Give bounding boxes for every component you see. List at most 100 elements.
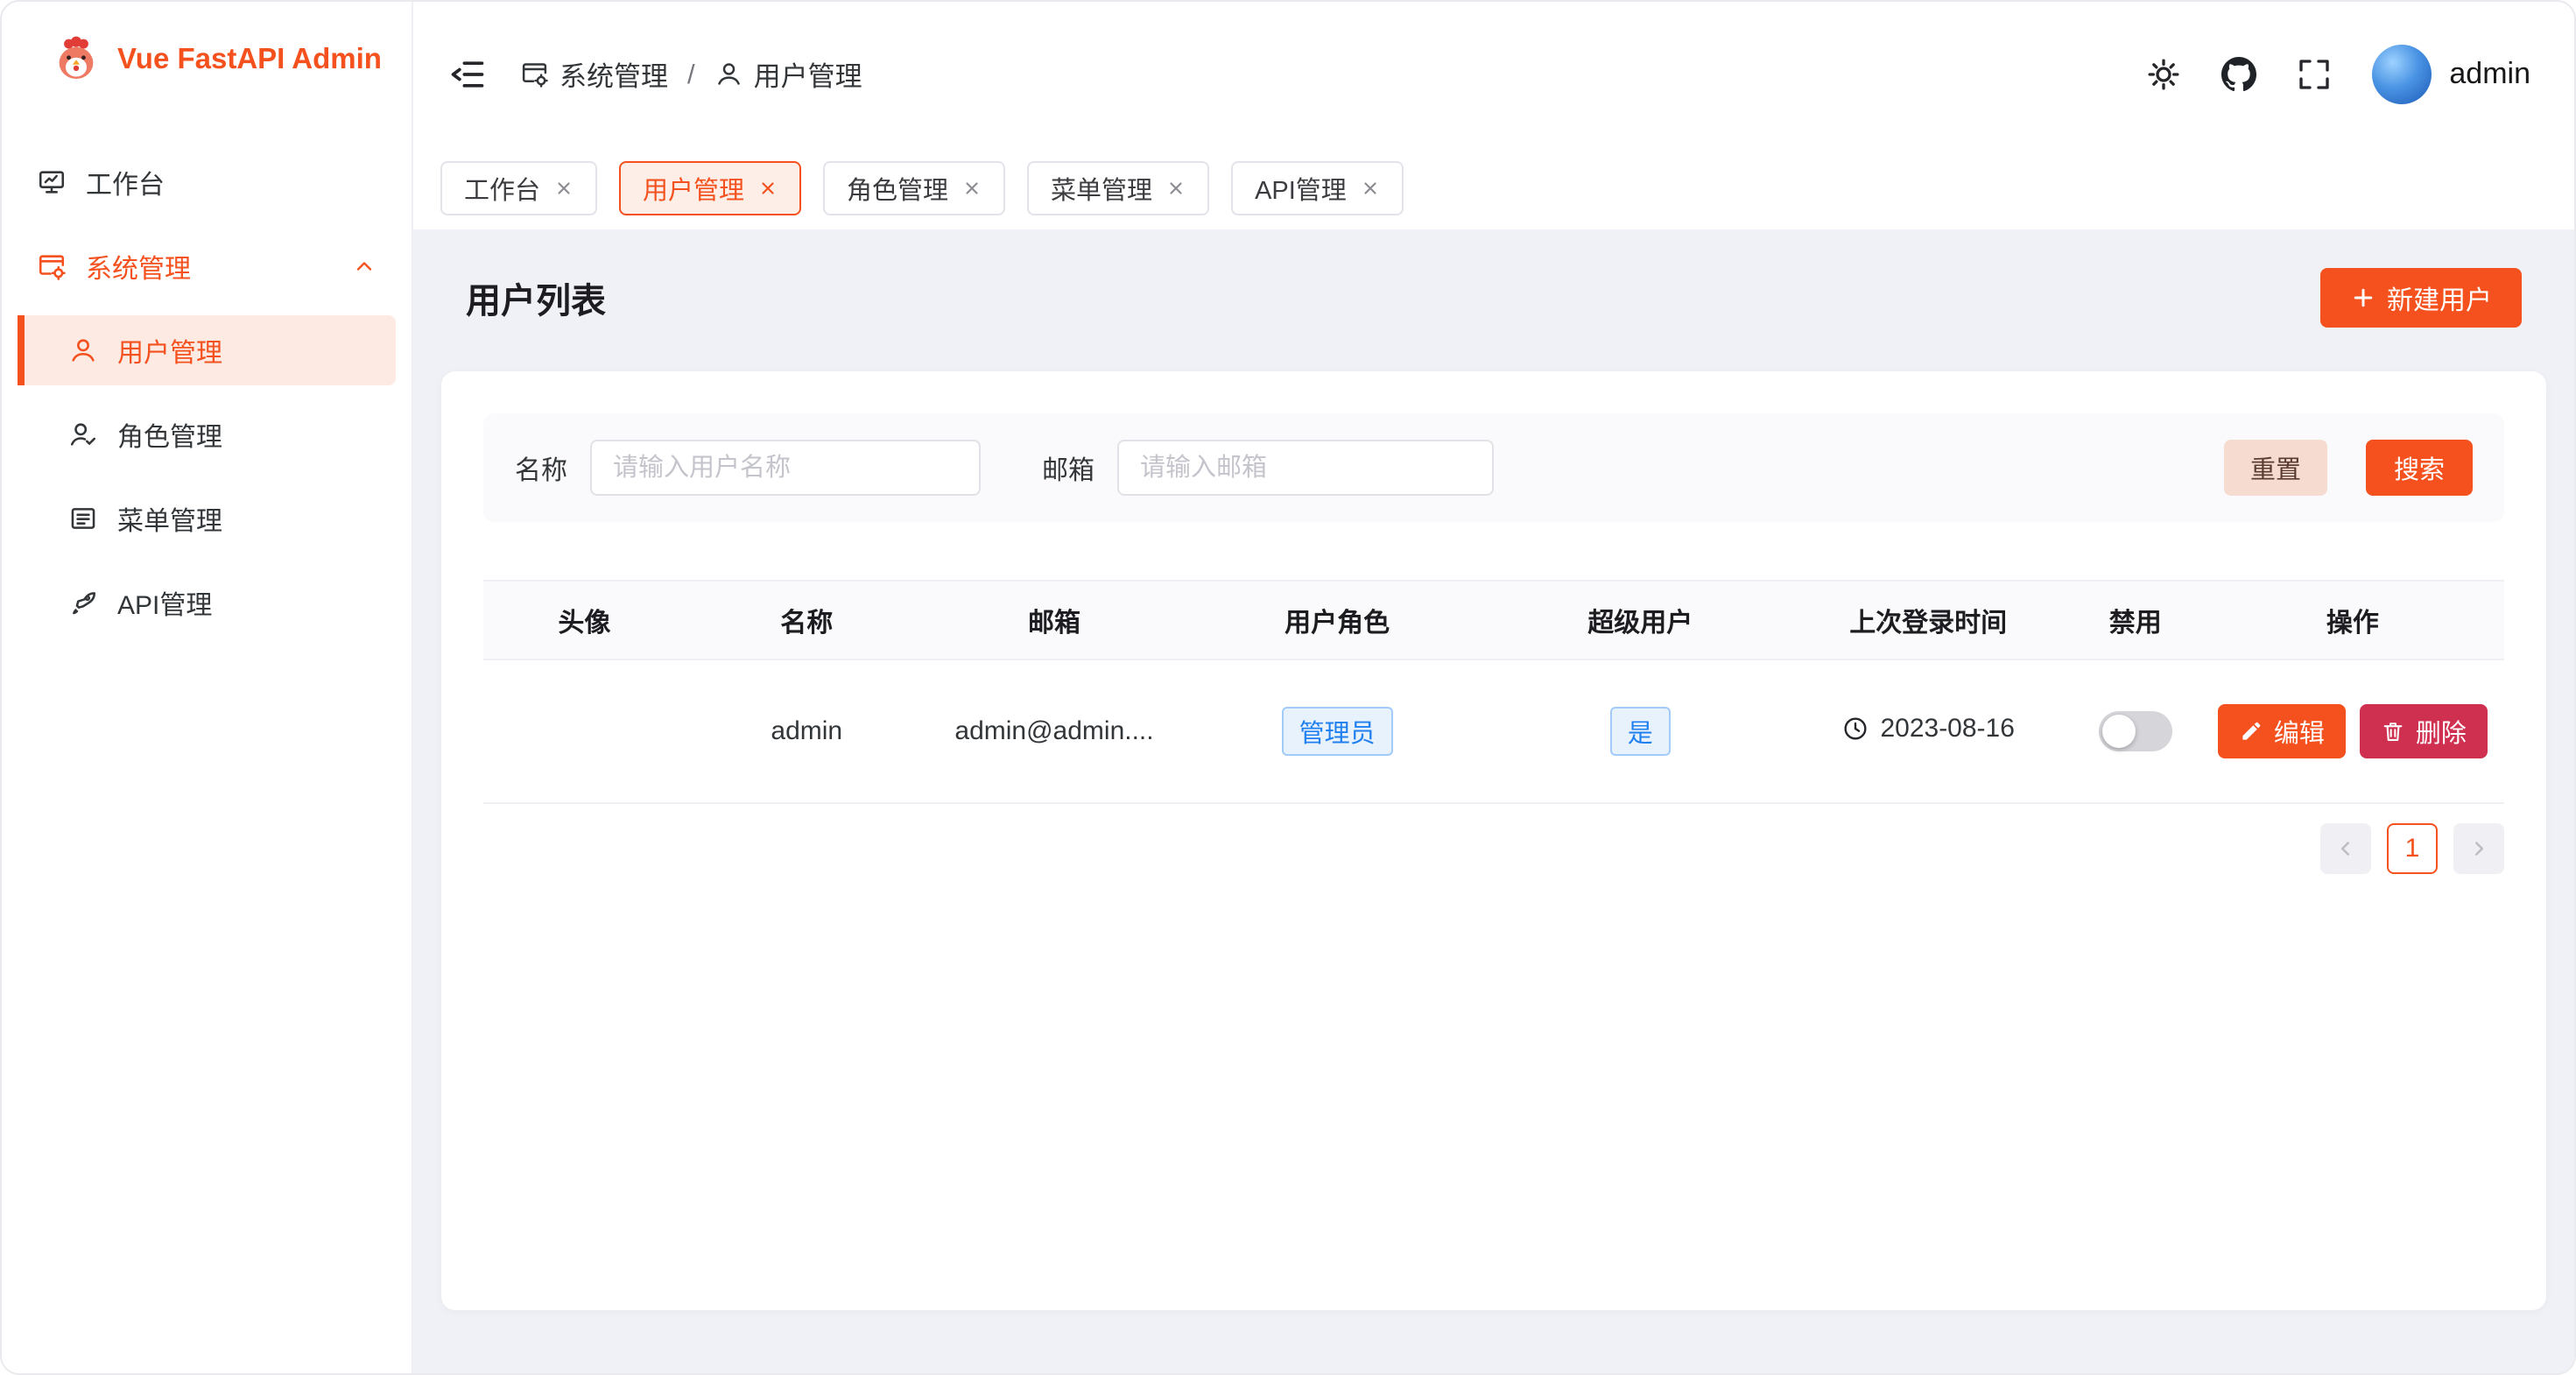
- app-title: Vue FastAPI Admin: [117, 42, 382, 75]
- clock-icon: [1841, 715, 1869, 743]
- menu-list-icon: [68, 504, 98, 533]
- tab-menu-management[interactable]: 菜单管理: [1027, 161, 1209, 215]
- tab-label: 用户管理: [643, 170, 744, 207]
- edit-button-label: 编辑: [2274, 713, 2325, 750]
- page-content: 用户列表 新建用户 名称 邮箱 重置 搜索: [413, 229, 2574, 1373]
- close-icon[interactable]: [554, 179, 574, 198]
- column-header-last-login: 上次登录时间: [1787, 581, 2070, 659]
- theme-toggle-button[interactable]: [2146, 57, 2181, 92]
- system-settings-icon: [520, 60, 549, 88]
- name-filter-input[interactable]: [590, 440, 981, 496]
- tab-label: API管理: [1255, 170, 1347, 207]
- disable-toggle[interactable]: [2099, 711, 2172, 751]
- github-link[interactable]: [2221, 57, 2256, 92]
- sidebar-item-menu-management[interactable]: 菜单管理: [18, 483, 396, 554]
- column-header-email: 邮箱: [928, 581, 1181, 659]
- column-header-disabled: 禁用: [2070, 581, 2201, 659]
- page-number-button[interactable]: 1: [2387, 823, 2438, 874]
- new-user-button-label: 新建用户: [2387, 279, 2492, 317]
- new-user-button[interactable]: 新建用户: [2320, 268, 2522, 328]
- content-header: 用户列表 新建用户: [441, 256, 2546, 340]
- email-filter-input[interactable]: [1117, 440, 1494, 496]
- users-table: 头像 名称 邮箱 用户角色 超级用户 上次登录时间 禁用 操作: [483, 580, 2504, 804]
- close-icon[interactable]: [1361, 179, 1380, 198]
- sidebar-item-user-management[interactable]: 用户管理: [18, 315, 396, 385]
- topbar-actions: admin: [2146, 45, 2530, 104]
- prev-page-button[interactable]: [2320, 823, 2371, 874]
- main-area: 系统管理 / 用户管理: [413, 2, 2574, 1373]
- pagination: 1: [483, 823, 2504, 874]
- column-header-avatar: 头像: [483, 581, 686, 659]
- tab-api-management[interactable]: API管理: [1231, 161, 1404, 215]
- chevron-up-icon: [352, 254, 377, 279]
- filter-actions: 重置 搜索: [2224, 440, 2473, 496]
- github-icon: [2221, 57, 2256, 92]
- reset-button[interactable]: 重置: [2224, 440, 2327, 496]
- superuser-cell: 是: [1494, 659, 1787, 803]
- tab-workbench[interactable]: 工作台: [440, 161, 597, 215]
- avatar-cell: [483, 659, 686, 803]
- sidebar-collapse-button[interactable]: [448, 55, 487, 94]
- breadcrumb-item-system[interactable]: 系统管理: [520, 54, 668, 94]
- sun-icon: [2146, 57, 2181, 92]
- fullscreen-icon: [2297, 57, 2332, 92]
- trash-icon: [2381, 719, 2405, 744]
- user-menu[interactable]: admin: [2372, 45, 2530, 104]
- tab-label: 工作台: [464, 170, 540, 207]
- user-list-card: 名称 邮箱 重置 搜索: [441, 371, 2546, 1310]
- breadcrumb-separator: /: [687, 59, 695, 90]
- actions-cell: 编辑 删除: [2201, 659, 2504, 803]
- delete-button-label: 删除: [2416, 713, 2467, 750]
- breadcrumb-label: 用户管理: [754, 54, 862, 94]
- tabbar: 工作台 用户管理 角色管理 菜单管理 API管理: [413, 146, 2574, 229]
- rooster-logo-icon: [51, 33, 102, 84]
- last-login-cell: 2023-08-16: [1787, 659, 2070, 803]
- sidebar-item-workbench[interactable]: 工作台: [18, 147, 396, 217]
- last-login-value: 2023-08-16: [1880, 714, 2014, 744]
- column-header-role: 用户角色: [1180, 581, 1494, 659]
- sidebar-item-label: API管理: [117, 583, 212, 622]
- role-icon: [68, 420, 98, 449]
- table-row: admin admin@admin.... 管理员 是: [483, 659, 2504, 803]
- system-settings-icon: [37, 251, 67, 281]
- role-cell: 管理员: [1180, 659, 1494, 803]
- sidebar-menu: 工作台 系统管理 用户管理: [2, 116, 412, 638]
- filter-panel: 名称 邮箱 重置 搜索: [483, 413, 2504, 522]
- tab-label: 角色管理: [847, 170, 948, 207]
- delete-button[interactable]: 删除: [2360, 704, 2488, 758]
- fullscreen-button[interactable]: [2297, 57, 2332, 92]
- breadcrumb: 系统管理 / 用户管理: [520, 54, 862, 94]
- sidebar-item-role-management[interactable]: 角色管理: [18, 399, 396, 469]
- role-tag: 管理员: [1282, 707, 1393, 756]
- app-window: Vue FastAPI Admin 工作台 系统管理: [0, 0, 2576, 1375]
- chevron-right-icon: [2467, 837, 2490, 860]
- sidebar-item-label: 工作台: [86, 163, 165, 201]
- column-header-actions: 操作: [2201, 581, 2504, 659]
- breadcrumb-item-users[interactable]: 用户管理: [714, 54, 862, 94]
- pencil-icon: [2239, 719, 2263, 744]
- collapse-sidebar-icon: [448, 55, 487, 94]
- tab-user-management[interactable]: 用户管理: [619, 161, 801, 215]
- sidebar-item-api-management[interactable]: API管理: [18, 568, 396, 638]
- user-icon: [714, 60, 743, 88]
- next-page-button[interactable]: [2453, 823, 2504, 874]
- tab-label: 菜单管理: [1051, 170, 1152, 207]
- close-icon[interactable]: [758, 179, 778, 198]
- tab-role-management[interactable]: 角色管理: [823, 161, 1005, 215]
- api-rocket-icon: [68, 588, 98, 617]
- chevron-left-icon: [2334, 837, 2357, 860]
- column-header-superuser: 超级用户: [1494, 581, 1787, 659]
- search-button[interactable]: 搜索: [2366, 440, 2473, 496]
- sidebar-item-label: 系统管理: [86, 247, 191, 286]
- close-icon[interactable]: [1166, 179, 1186, 198]
- username: admin: [2449, 57, 2530, 91]
- sidebar-item-system[interactable]: 系统管理: [18, 231, 396, 301]
- name-filter-label: 名称: [515, 448, 567, 487]
- edit-button[interactable]: 编辑: [2218, 704, 2346, 758]
- email-cell: admin@admin....: [928, 659, 1181, 803]
- logo[interactable]: Vue FastAPI Admin: [2, 2, 412, 116]
- email-filter-label: 邮箱: [1042, 448, 1094, 487]
- user-icon: [68, 335, 98, 365]
- close-icon[interactable]: [962, 179, 982, 198]
- disabled-cell: [2070, 659, 2201, 803]
